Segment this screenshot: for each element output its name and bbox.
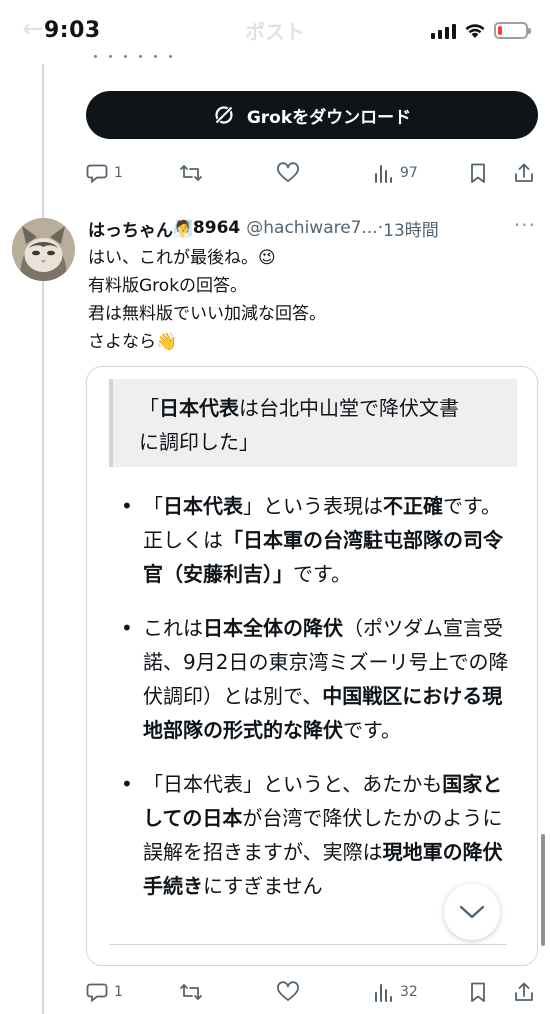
tweet-text: はい、これが最後ね。😉 有料版Grokの回答。 君は無料版でいい加減な回答。 さ… (88, 244, 528, 356)
name-emoji: 🧖 (173, 218, 193, 238)
quote-box: 「日本代表は台北中山堂で降伏文書 に調印した」 (109, 379, 517, 467)
text: 」という表現は (243, 494, 383, 518)
action-bar-reply: 1 32 (86, 977, 538, 1007)
heart-icon (277, 162, 299, 182)
quote-bold: 日本代表 (159, 396, 239, 420)
answer-bullets: 「日本代表」という表現は不正確です。正しくは「日本軍の台湾駐屯部隊の司令官（安藤… (109, 489, 519, 923)
reply-button[interactable]: 1 (86, 981, 123, 1003)
reply-count: 1 (114, 984, 123, 1000)
bullet-item: これは日本全体の降伏（ポツダム宣言受諾、9月2日の東京湾ミズーリ号上での降伏調印… (109, 611, 519, 747)
scroll-down-button[interactable] (444, 884, 500, 940)
battery-level (498, 26, 502, 35)
quote-line: に調印した」 (139, 430, 259, 454)
battery-icon (494, 22, 531, 39)
thread-line (42, 64, 44, 1014)
cellular-signal-icon (431, 23, 456, 39)
cat-avatar-icon (12, 218, 75, 281)
text: これは (143, 616, 203, 640)
repost-icon (180, 984, 202, 1000)
bookmark-icon (471, 982, 485, 1002)
quote-open: 「 (139, 396, 159, 420)
bullet-item: 「日本代表」というと、あたかも国家としての日本が台湾で降伏したかのように誤解を招… (109, 767, 519, 903)
bold-text: 日本代表 (163, 494, 243, 518)
tweet-line: さよなら👋 (88, 332, 178, 352)
status-time: 9:03 (44, 18, 101, 43)
grok-download-button[interactable]: Grokをダウンロード (86, 91, 538, 139)
tweet-line: はい、これが最後ね。😉 (88, 248, 276, 268)
repost-icon (180, 165, 202, 181)
quote-rest: は台北中山堂で降伏文書 (239, 396, 459, 420)
reply-header: はっちゃん 🧖 8964 @hachiware7... · 13時間 ··· (88, 213, 538, 241)
like-button[interactable] (276, 162, 300, 184)
text: にすぎません (203, 874, 323, 898)
text: です。 (343, 718, 401, 742)
avatar[interactable] (12, 218, 75, 281)
speech-bubble-icon (86, 164, 108, 184)
bold-text: 不正確 (383, 494, 443, 518)
more-options-icon[interactable]: ··· (514, 213, 536, 237)
repost-button[interactable] (179, 162, 203, 184)
share-button[interactable] (513, 162, 535, 184)
display-name[interactable]: はっちゃん (88, 216, 173, 241)
heart-icon (277, 981, 299, 1001)
share-icon (515, 163, 533, 182)
text: 「 (143, 494, 163, 518)
post-time[interactable]: 13時間 (383, 216, 439, 241)
views-button[interactable]: 97 (372, 162, 418, 184)
bookmark-button[interactable] (468, 162, 488, 184)
view-count: 32 (400, 984, 418, 1000)
share-icon (515, 982, 533, 1001)
text: 「日本代表」というと、あたかも (143, 772, 443, 796)
chevron-down-icon (459, 905, 485, 919)
card-divider (109, 944, 507, 945)
text: です。 (293, 562, 351, 586)
grok-download-label: Grokをダウンロード (246, 107, 412, 128)
views-button[interactable]: 32 (372, 981, 418, 1003)
previous-post-text: ・・・・・・ (88, 48, 179, 64)
user-handle[interactable]: @hachiware7... (246, 218, 377, 238)
attached-image-card[interactable]: 「日本代表は台北中山堂で降伏文書 に調印した」 「日本代表」という表現は不正確で… (86, 366, 538, 966)
quote-line: 「日本代表は台北中山堂で降伏文書 (139, 391, 517, 425)
grok-logo-icon (214, 105, 234, 125)
reply-button[interactable]: 1 (86, 162, 123, 184)
view-count: 97 (400, 165, 418, 181)
wifi-icon (465, 24, 485, 38)
tweet-line: 有料版Grokの回答。 (88, 276, 248, 296)
display-name-number: 8964 (192, 218, 241, 238)
repost-button[interactable] (179, 981, 203, 1003)
like-button[interactable] (276, 981, 300, 1003)
bullet-item: 「日本代表」という表現は不正確です。正しくは「日本軍の台湾駐屯部隊の司令官（安藤… (109, 489, 519, 591)
reply-count: 1 (114, 165, 123, 181)
bold-text: 日本全体の降伏 (203, 616, 343, 640)
speech-bubble-icon (86, 983, 108, 1003)
bookmark-button[interactable] (468, 981, 488, 1003)
bar-chart-icon (375, 984, 392, 1002)
status-icons (431, 22, 531, 39)
bookmark-icon (471, 163, 485, 183)
scrollbar[interactable] (541, 834, 545, 946)
share-button[interactable] (513, 981, 535, 1003)
action-bar-previous: 1 97 (86, 158, 538, 188)
bar-chart-icon (375, 165, 392, 183)
tweet-line: 君は無料版でいい加減な回答。 (88, 304, 326, 324)
